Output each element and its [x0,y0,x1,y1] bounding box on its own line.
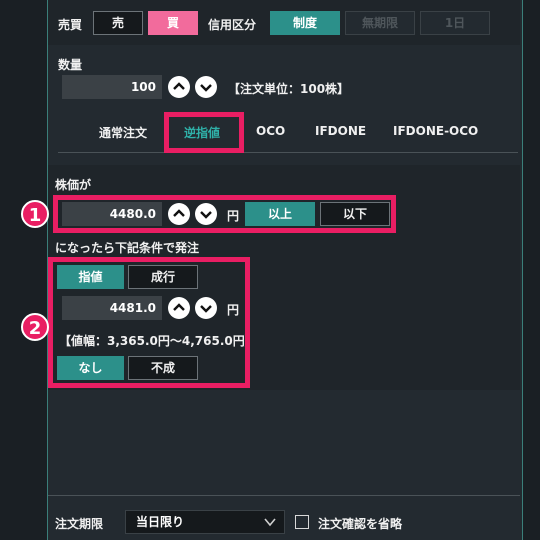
trade-type-label: 売買 [58,18,83,32]
order-conditions-highlight [48,257,250,388]
quantity-input[interactable]: 100 [62,75,162,99]
trigger-highlight [53,195,396,233]
tab-divider [58,152,518,153]
marker-two: 2 [21,313,49,341]
credit-type-label: 信用区分 [208,18,257,32]
tab-ifdone[interactable]: IFDONE [315,124,366,138]
tab-oco[interactable]: OCO [256,124,285,138]
quantity-label: 数量 [58,58,83,72]
condition-text: になったら下記条件で発注 [55,241,200,255]
period-label: 注文期限 [55,517,104,531]
sell-button[interactable]: 売 [93,11,143,35]
quantity-down-button[interactable] [195,76,217,98]
credit-unlimited-button[interactable]: 無期限 [345,11,415,35]
footer-divider [48,495,520,496]
unit-note: 【注文単位：100株】 [228,82,350,96]
trigger-label: 株価が [55,178,92,192]
buy-button[interactable]: 買 [148,11,198,35]
skip-confirm-label: 注文確認を省略 [318,517,403,531]
chevron-down-icon [264,518,276,527]
period-select[interactable]: 当日限り [125,510,285,534]
marker-one: 1 [21,200,49,228]
skip-confirm-checkbox[interactable] [295,515,309,529]
credit-standard-button[interactable]: 制度 [270,11,340,35]
tab-ifdone-oco[interactable]: IFDONE-OCO [393,124,478,138]
chevron-up-circle-icon [173,82,185,90]
quantity-up-button[interactable] [168,76,190,98]
period-value: 当日限り [136,515,185,529]
tab-normal-order[interactable]: 通常注文 [99,124,147,141]
tab-highlight [164,112,244,153]
chevron-down-circle-icon [200,84,212,92]
credit-one-day-button[interactable]: 1日 [420,11,490,35]
